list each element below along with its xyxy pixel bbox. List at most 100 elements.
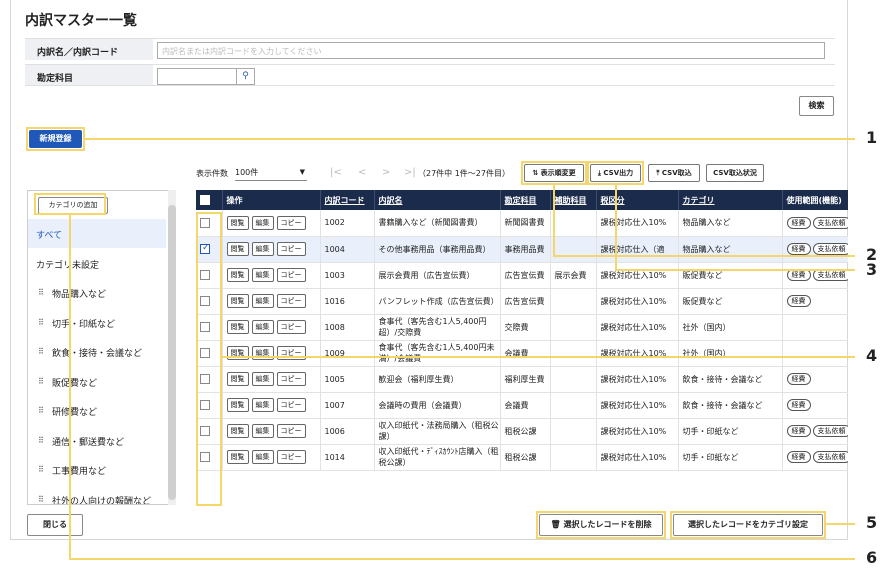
category-item[interactable]: ⠿ 工事費用など	[28, 455, 166, 484]
category-item[interactable]: ⠿ 通信・郵送費など	[28, 426, 166, 455]
edit-button[interactable]: 編集	[251, 242, 274, 256]
table-row[interactable]: 閲覧 編集 コピー 1002 書籍購入など（新聞図書費） 新聞図書費 課税対応仕入10% 物品…	[196, 210, 848, 237]
pager-next-button[interactable]: >	[382, 167, 390, 178]
tax-cell: 課税対応仕入10%	[596, 418, 679, 445]
close-button[interactable]: 閉じる	[27, 514, 83, 536]
account-cell: 会議費	[500, 340, 551, 367]
table-row[interactable]: 閲覧 編集 コピー 1003 展示会費用（広告宣伝費） 広告宣伝費 展示会費 課税対応仕入10…	[196, 262, 848, 289]
table-row[interactable]: 閲覧 編集 コピー 1014 収入印紙代・ﾃﾞｨｽｶｳﾝﾄ店購入（租税公課） 租税公課 課税…	[196, 444, 848, 471]
table-row[interactable]: 閲覧 編集 コピー 1009 食事代（客先含む1人5,400円未満）/会議費 会議費 課税対…	[196, 340, 848, 367]
category-item[interactable]: ⠿ 飲食・接待・会議など	[28, 337, 166, 366]
edit-button[interactable]: 編集	[251, 424, 274, 438]
view-button[interactable]: 閲覧	[226, 372, 249, 386]
view-button[interactable]: 閲覧	[226, 450, 249, 464]
pager-last-button[interactable]: >|	[404, 167, 416, 178]
name-cell: 収入印紙代・法務局購入（租税公課）	[374, 418, 501, 445]
usage-cell	[782, 314, 848, 341]
range-text: （27件中 1件～27件目）	[418, 169, 510, 178]
name-cell: パンフレット作成（広告宣伝費）	[374, 288, 501, 315]
edit-button[interactable]: 編集	[251, 215, 274, 230]
copy-button[interactable]: コピー	[276, 372, 306, 386]
code-cell: 1002	[320, 210, 375, 237]
code-cell: 1014	[320, 444, 375, 471]
table-row[interactable]: 閲覧 編集 コピー 1007 会議時の費用（会議費） 会議費 課税対応仕入10% 飲食・接待・…	[196, 392, 848, 419]
copy-button[interactable]: コピー	[276, 268, 306, 282]
row-actions: 閲覧 編集 コピー	[222, 366, 321, 393]
category-item[interactable]: ⠿ 切手・印紙など	[28, 308, 166, 337]
header-name[interactable]: 内訳名	[374, 190, 501, 210]
usage-cell: 経費 支払依頼	[782, 262, 848, 289]
category-item[interactable]: すべて	[28, 219, 166, 248]
csv-status-button[interactable]: CSV取込状況	[706, 164, 764, 182]
view-button[interactable]: 閲覧	[226, 398, 249, 412]
edit-button[interactable]: 編集	[251, 294, 274, 308]
table-row[interactable]: 閲覧編集コピー1004その他事務用品（事務用品費）事務用品費課税対応仕入（適物品…	[196, 236, 848, 263]
category-item-label: 社外の人向けの報酬など	[52, 496, 152, 505]
records-table-wrap: 操作 内訳コード 内訳名 勘定科目 補助科目 税区分 カテゴリ 使用範囲(機能)…	[196, 190, 848, 505]
sub-account-cell	[550, 210, 597, 237]
pager-prev-button[interactable]: <	[358, 167, 366, 178]
copy-button[interactable]: コピー	[276, 215, 306, 230]
header-sub[interactable]: 補助科目	[550, 190, 597, 210]
header-tax[interactable]: 税区分	[596, 190, 679, 210]
header-code[interactable]: 内訳コード	[320, 190, 375, 210]
category-item[interactable]: カテゴリ未設定	[28, 249, 166, 278]
view-button[interactable]: 閲覧	[226, 424, 249, 438]
header-category[interactable]: カテゴリ	[678, 190, 783, 210]
header-account[interactable]: 勘定科目	[500, 190, 551, 210]
view-button[interactable]: 閲覧	[226, 320, 249, 334]
copy-button[interactable]: コピー	[276, 398, 306, 412]
category-item[interactable]: ⠿ 研修費など	[28, 396, 166, 425]
table-row[interactable]: 閲覧 編集 コピー 1016 パンフレット作成（広告宣伝費） 広告宣伝費 課税対応仕入10%…	[196, 288, 848, 315]
name-search-input[interactable]: 内訳名または内訳コードを入力してください	[157, 42, 825, 59]
sub-account-cell	[550, 444, 597, 471]
page-title: 内訳マスター一覧	[25, 13, 137, 29]
edit-button[interactable]: 編集	[251, 372, 274, 386]
pager-first-button[interactable]: |<	[330, 167, 342, 178]
edit-button[interactable]: 編集	[251, 320, 274, 334]
sub-account-cell	[550, 340, 597, 367]
csv-import-button[interactable]: ⤒ CSV取込	[648, 164, 700, 182]
search-icon[interactable]: ⚲	[237, 68, 255, 85]
drag-handle-icon[interactable]: ⠿	[38, 406, 44, 415]
drag-handle-icon[interactable]: ⠿	[38, 347, 44, 356]
table-row[interactable]: 閲覧 編集 コピー 1008 食事代（客先含む1人5,400円超）/交際費 交際費 課税対応…	[196, 314, 848, 341]
table-row[interactable]: 閲覧 編集 コピー 1006 収入印紙代・法務局購入（租税公課） 租税公課 課税対応仕入10…	[196, 418, 848, 445]
copy-button[interactable]: コピー	[276, 294, 306, 308]
edit-button[interactable]: 編集	[251, 450, 274, 464]
table-row[interactable]: 閲覧 編集 コピー 1005 歓迎会（福利厚生費） 福利厚生費 課税対応仕入10% 飲食・接待…	[196, 366, 848, 393]
category-panel: カテゴリの追加 すべて カテゴリ未設定 ⠿ 物品購入など ⠿ 切手・印紙など ⠿ 飲食・接待・…	[27, 190, 169, 505]
drag-handle-icon[interactable]: ⠿	[38, 377, 44, 386]
search-button[interactable]: 検索	[799, 96, 834, 116]
drag-handle-icon[interactable]: ⠿	[38, 495, 44, 504]
drag-handle-icon[interactable]: ⠿	[38, 436, 44, 445]
view-button[interactable]: 閲覧	[226, 294, 249, 308]
copy-button[interactable]: コピー	[276, 424, 306, 438]
drag-handle-icon[interactable]: ⠿	[38, 465, 44, 474]
edit-button[interactable]: 編集	[251, 398, 274, 412]
copy-button[interactable]: コピー	[276, 320, 306, 334]
view-button[interactable]: 閲覧	[226, 268, 249, 282]
select-all-checkbox[interactable]	[200, 195, 210, 205]
category-scroll-thumb[interactable]	[168, 205, 176, 500]
tax-cell: 課税対応仕入10%	[596, 392, 679, 419]
view-button[interactable]: 閲覧	[226, 242, 249, 256]
copy-button[interactable]: コピー	[276, 450, 306, 464]
category-item[interactable]: ⠿ 物品購入など	[28, 278, 166, 307]
row-actions: 閲覧 編集 コピー	[222, 288, 321, 315]
count-select[interactable]: 100件 ▼	[235, 167, 307, 181]
copy-button[interactable]: コピー	[276, 242, 306, 256]
callout-line-4	[222, 356, 855, 358]
category-item[interactable]: ⠿ 販促費など	[28, 367, 166, 396]
account-input[interactable]	[157, 68, 237, 85]
callout-number-3: 3	[866, 260, 878, 279]
view-button[interactable]: 閲覧	[226, 215, 249, 230]
drag-handle-icon[interactable]: ⠿	[38, 288, 44, 297]
select-all-cell[interactable]	[196, 190, 223, 210]
usage-badge: 支払依頼	[812, 216, 848, 229]
account-cell: 会議費	[500, 392, 551, 419]
table-body: 閲覧 編集 コピー 1002 書籍購入など（新聞図書費） 新聞図書費 課税対応仕入10% 物品…	[196, 210, 848, 471]
category-item[interactable]: ⠿ 社外の人向けの報酬など	[28, 485, 166, 505]
edit-button[interactable]: 編集	[251, 268, 274, 282]
drag-handle-icon[interactable]: ⠿	[38, 318, 44, 327]
